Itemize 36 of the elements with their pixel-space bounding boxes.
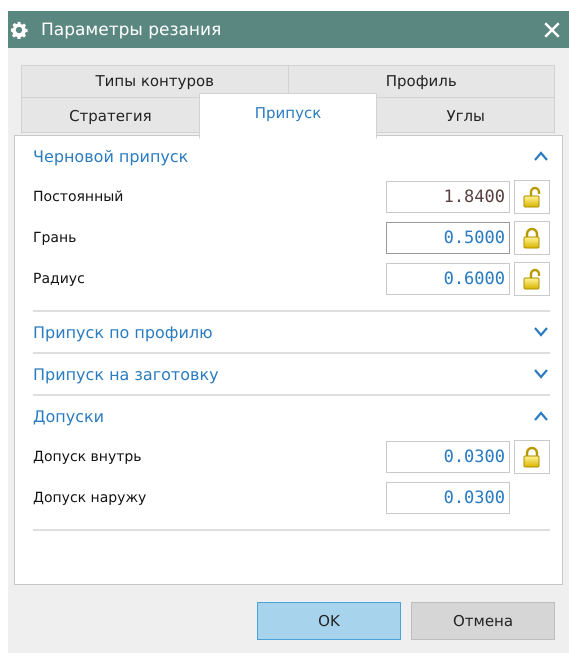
gear-icon (10, 20, 28, 38)
field-label: Допуск внутрь (33, 448, 143, 464)
field-label: Грань (33, 230, 78, 246)
field-label: Постоянный (33, 188, 124, 204)
number-field[interactable]: 0.5000 (386, 222, 510, 254)
window-title: Параметры резания (41, 20, 222, 40)
section-title[interactable]: Допуски (33, 406, 104, 426)
tab[interactable]: Стратегия (21, 97, 200, 133)
number-field[interactable]: 0.6000 (386, 262, 510, 294)
tab[interactable]: Типы контуров (21, 65, 288, 98)
ok-button[interactable]: OK (257, 602, 401, 640)
close-icon[interactable] (543, 20, 561, 38)
tab[interactable]: Припуск (198, 93, 378, 139)
chevron-down-icon[interactable] (534, 369, 548, 379)
tab[interactable]: Профиль (288, 65, 555, 98)
cancel-button[interactable]: Отмена (411, 602, 555, 640)
closed-padlock-icon (522, 226, 542, 248)
field-label: Радиус (33, 270, 86, 286)
section-title[interactable]: Черновой припуск (33, 146, 188, 166)
field-label: Допуск наружу (33, 490, 148, 506)
number-field[interactable]: 0.0300 (386, 482, 510, 514)
chevron-up-icon[interactable] (534, 151, 548, 161)
number-field[interactable]: 0.0300 (386, 440, 510, 472)
closed-padlock-icon (522, 446, 542, 468)
open-padlock-icon (522, 268, 542, 290)
lock-button[interactable] (514, 220, 550, 254)
open-padlock-icon (522, 186, 542, 208)
lock-button[interactable] (514, 180, 550, 214)
number-field[interactable]: 1.8400 (386, 180, 510, 212)
chevron-up-icon[interactable] (534, 411, 548, 421)
lock-button[interactable] (514, 440, 550, 474)
chevron-down-icon[interactable] (534, 327, 548, 337)
section-title[interactable]: Припуск на заготовку (33, 364, 219, 384)
section-title[interactable]: Припуск по профилю (33, 322, 213, 342)
tab[interactable]: Углы (376, 97, 556, 133)
lock-button[interactable] (514, 262, 550, 296)
